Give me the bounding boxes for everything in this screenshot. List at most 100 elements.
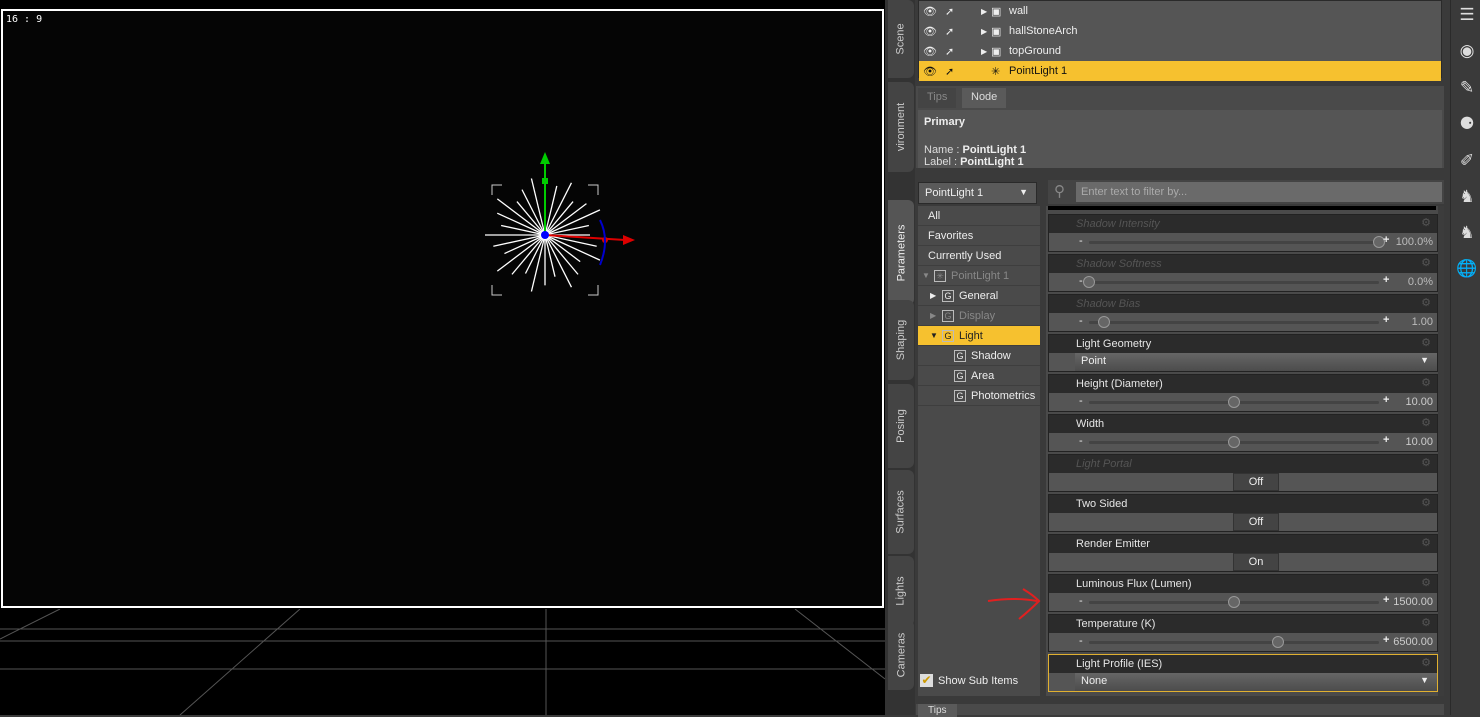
tab-shaping[interactable]: Shaping xyxy=(888,300,914,380)
param-control[interactable]: None ▼ xyxy=(1049,673,1437,691)
slider-track[interactable] xyxy=(1089,236,1385,248)
param-control[interactable]: On xyxy=(1049,553,1437,571)
scene-item[interactable]: 👁 ➚ ▶ ▣ topGround xyxy=(919,41,1441,61)
tab-lights[interactable]: Lights xyxy=(888,556,914,626)
gear-icon[interactable]: ⚙ xyxy=(1421,456,1431,469)
tab-surfaces[interactable]: Surfaces xyxy=(888,470,914,554)
decrement-button[interactable]: - xyxy=(1079,635,1083,647)
3d-viewport[interactable]: 16 : 9 xyxy=(0,0,885,715)
expand-icon[interactable]: ▶ xyxy=(930,291,942,300)
param-control[interactable]: - +100.0% xyxy=(1049,233,1437,251)
decrement-button[interactable]: - xyxy=(1079,595,1083,607)
show-sub-items-checkbox[interactable]: ✔ Show Sub Items xyxy=(920,674,1018,687)
eye-icon[interactable]: 👁 xyxy=(923,45,945,58)
param-control[interactable]: Off xyxy=(1049,513,1437,531)
tree-item-area[interactable]: G Area xyxy=(918,366,1040,386)
slider-track[interactable] xyxy=(1089,596,1379,608)
tree-item-all[interactable]: All xyxy=(918,206,1040,226)
joint-editor-icon[interactable]: ✎ xyxy=(1456,77,1478,99)
increment-button[interactable]: + xyxy=(1383,274,1389,286)
param-shadow-intensity[interactable]: Shadow Intensity ⚙ - +100.0% xyxy=(1048,214,1438,252)
gear-icon[interactable]: ⚙ xyxy=(1421,656,1431,669)
gear-icon[interactable]: ⚙ xyxy=(1421,296,1431,309)
gear-icon[interactable]: ⚙ xyxy=(1421,496,1431,509)
tree-item-currently-used[interactable]: Currently Used xyxy=(918,246,1040,266)
param-control[interactable]: - +10.00 xyxy=(1049,433,1437,451)
slider-handle[interactable] xyxy=(1228,396,1240,408)
gear-icon[interactable]: ⚙ xyxy=(1421,576,1431,589)
tree-item-shadow[interactable]: G Shadow xyxy=(918,346,1040,366)
param-dropdown[interactable]: None ▼ xyxy=(1075,673,1437,691)
tab-cameras[interactable]: Cameras xyxy=(888,620,914,690)
parameters-list[interactable]: Shadow Intensity ⚙ - +100.0% Shadow Softness… xyxy=(1046,206,1440,696)
expand-icon[interactable]: ▶ xyxy=(981,27,991,36)
increment-button[interactable]: + xyxy=(1383,234,1389,246)
decrement-button[interactable]: - xyxy=(1079,435,1083,447)
select-arrow-icon[interactable]: ➚ xyxy=(945,65,967,78)
param-value[interactable]: 1500.00 xyxy=(1393,596,1433,608)
gear-icon[interactable]: ⚙ xyxy=(1421,536,1431,549)
figure-tool-icon[interactable]: ♞ xyxy=(1456,186,1478,208)
node-weight-icon[interactable]: ⚈ xyxy=(1456,113,1478,135)
tree-item-general[interactable]: ▶ G General xyxy=(918,286,1040,306)
point-light-gizmo[interactable] xyxy=(485,150,645,300)
slider-handle[interactable] xyxy=(1083,276,1095,288)
gear-icon[interactable]: ⚙ xyxy=(1421,616,1431,629)
expand-icon[interactable]: ▶ xyxy=(981,47,991,56)
eye-icon[interactable]: 👁 xyxy=(923,5,945,18)
parameters-scrollbar[interactable] xyxy=(1438,206,1444,696)
param-control[interactable]: - +1.00 xyxy=(1049,313,1437,331)
param-control[interactable]: Point ▼ xyxy=(1049,353,1437,371)
scene-item[interactable]: 👁 ➚ ▶ ▣ wall xyxy=(919,1,1441,21)
select-arrow-icon[interactable]: ➚ xyxy=(945,25,967,38)
search-icon[interactable]: ⚲ xyxy=(1054,182,1065,200)
param-control[interactable]: - +0.0% xyxy=(1049,273,1437,291)
param-height-diameter[interactable]: Height (Diameter) ⚙ - +10.00 xyxy=(1048,374,1438,412)
expand-icon[interactable]: ▼ xyxy=(930,331,942,340)
tab-parameters[interactable]: Parameters xyxy=(888,200,914,305)
slider-track[interactable] xyxy=(1083,276,1379,288)
select-arrow-icon[interactable]: ➚ xyxy=(945,45,967,58)
slider-handle[interactable] xyxy=(1228,436,1240,448)
tree-item-light[interactable]: ▼ G Light xyxy=(918,326,1040,346)
param-control[interactable]: - +6500.00 xyxy=(1049,633,1437,651)
toggle-button[interactable]: Off xyxy=(1233,473,1279,491)
scene-item[interactable]: 👁 ➚ ▶ ▣ hallStoneArch xyxy=(919,21,1441,41)
param-luminous-flux-lumen[interactable]: Luminous Flux (Lumen) ⚙ - +1500.00 xyxy=(1048,574,1438,612)
param-light-geometry[interactable]: Light Geometry ⚙ Point ▼ xyxy=(1048,334,1438,372)
tab-vironment[interactable]: vironment xyxy=(888,82,914,172)
toggle-button[interactable]: Off xyxy=(1233,513,1279,531)
param-value[interactable]: 100.0% xyxy=(1396,236,1433,248)
expand-icon[interactable]: ▶ xyxy=(930,311,942,320)
param-width[interactable]: Width ⚙ - +10.00 xyxy=(1048,414,1438,452)
param-shadow-softness[interactable]: Shadow Softness ⚙ - +0.0% xyxy=(1048,254,1438,292)
tab-posing[interactable]: Posing xyxy=(888,384,914,468)
gear-icon[interactable]: ⚙ xyxy=(1421,416,1431,429)
filter-input[interactable] xyxy=(1076,182,1442,202)
gear-icon[interactable]: ⚙ xyxy=(1421,376,1431,389)
increment-button[interactable]: + xyxy=(1383,394,1389,406)
eye-icon[interactable]: 👁 xyxy=(923,25,945,38)
slider-handle[interactable] xyxy=(1228,596,1240,608)
scene-list[interactable]: 👁 ➚ ▶ ▣ wall 👁 ➚ ▶ ▣ hallStoneArch 👁 ➚ ▶ ▣ topGround 👁 ➚… xyxy=(918,0,1442,81)
increment-button[interactable]: + xyxy=(1383,314,1389,326)
param-value[interactable]: 1.00 xyxy=(1412,316,1433,328)
increment-button[interactable]: + xyxy=(1383,634,1389,646)
param-value[interactable]: 6500.00 xyxy=(1393,636,1433,648)
param-dropdown[interactable]: Point ▼ xyxy=(1075,353,1437,371)
slider-handle[interactable] xyxy=(1271,636,1284,648)
gear-icon[interactable]: ⚙ xyxy=(1421,216,1431,229)
param-control[interactable]: Off xyxy=(1049,473,1437,491)
gear-icon[interactable]: ⚙ xyxy=(1421,336,1431,349)
expand-icon[interactable]: ▼ xyxy=(922,271,934,280)
tab-tips-bottom[interactable]: Tips xyxy=(918,704,957,717)
param-value[interactable]: 10.00 xyxy=(1405,436,1433,448)
param-value[interactable]: 10.00 xyxy=(1405,396,1433,408)
param-two-sided[interactable]: Two Sided ⚙ Off xyxy=(1048,494,1438,532)
gear-icon[interactable]: ⚙ xyxy=(1421,256,1431,269)
tab-tips[interactable]: Tips xyxy=(918,88,957,108)
param-light-profile-ies[interactable]: Light Profile (IES) ⚙ None ▼ xyxy=(1048,654,1438,692)
slider-track[interactable] xyxy=(1089,436,1379,448)
weight-brush-icon[interactable]: ✐ xyxy=(1456,150,1478,172)
select-arrow-icon[interactable]: ➚ xyxy=(945,5,967,18)
